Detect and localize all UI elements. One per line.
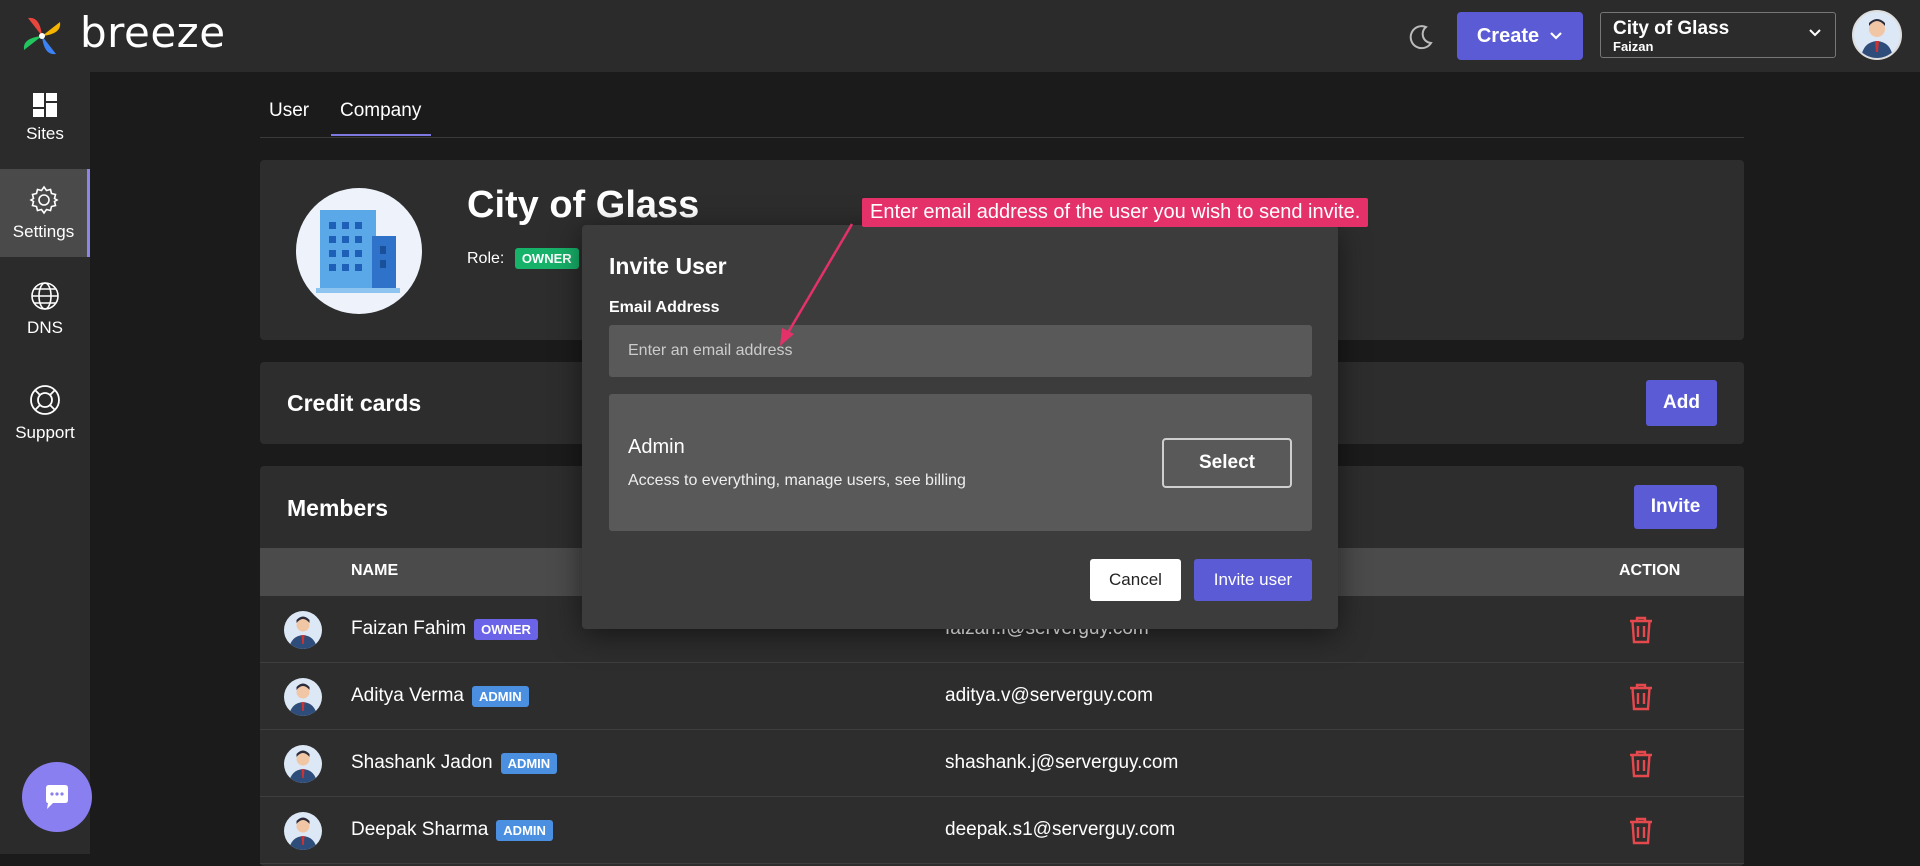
chat-bubble-icon xyxy=(46,785,68,809)
table-row: Shashank Jadon ADMIN shashank.j@servergu… xyxy=(260,730,1744,797)
gear-icon xyxy=(28,185,59,215)
sidebar-item-settings[interactable]: Settings xyxy=(0,169,90,257)
trash-icon[interactable] xyxy=(1628,817,1654,845)
email-input[interactable] xyxy=(609,325,1312,377)
sidebar: Sites Settings DNS Support xyxy=(0,72,92,854)
grid-icon xyxy=(33,93,57,117)
avatar-icon xyxy=(289,616,317,649)
modal-title: Invite User xyxy=(609,253,727,279)
tab-company[interactable]: Company xyxy=(340,100,421,122)
breeze-logo-icon[interactable] xyxy=(18,12,66,60)
sidebar-item-support[interactable]: Support xyxy=(0,369,90,457)
company-logo xyxy=(296,188,422,314)
org-name: City of Glass xyxy=(1613,18,1730,39)
building-icon xyxy=(316,210,400,293)
member-name: Faizan Fahim OWNER xyxy=(351,618,538,640)
member-name-text: Faizan Fahim xyxy=(351,618,467,639)
member-name-text: Deepak Sharma xyxy=(351,819,489,840)
invite-user-modal: Invite User Email Address Admin Access t… xyxy=(582,225,1338,629)
avatar-icon xyxy=(1861,19,1893,58)
sidebar-item-dns[interactable]: DNS xyxy=(0,265,90,353)
member-role-badge: ADMIN xyxy=(472,685,529,707)
member-name: Deepak Sharma ADMIN xyxy=(351,819,553,841)
tab-user[interactable]: User xyxy=(269,100,309,122)
column-action: ACTION xyxy=(1619,562,1681,579)
table-row: Aditya Verma ADMIN aditya.v@serverguy.co… xyxy=(260,663,1744,730)
moon-icon[interactable] xyxy=(1406,22,1436,52)
member-role-badge: OWNER xyxy=(474,618,538,640)
member-name-text: Shashank Jadon xyxy=(351,752,493,773)
member-role-badge: ADMIN xyxy=(496,819,553,841)
role-title: Admin xyxy=(628,436,685,458)
globe-icon xyxy=(31,282,59,310)
lifebuoy-icon xyxy=(30,385,60,415)
sidebar-item-label: DNS xyxy=(27,318,63,337)
brand-name: breeze xyxy=(80,8,226,57)
add-card-button[interactable]: Add xyxy=(1646,380,1717,426)
credit-cards-title: Credit cards xyxy=(287,390,422,416)
chevron-down-icon xyxy=(1550,32,1562,40)
trash-icon[interactable] xyxy=(1628,750,1654,778)
org-user: Faizan xyxy=(1613,39,1654,54)
sidebar-item-label: Settings xyxy=(12,222,75,241)
avatar xyxy=(284,678,322,716)
sidebar-item-label: Support xyxy=(15,423,75,442)
trash-icon[interactable] xyxy=(1628,616,1654,644)
invite-button[interactable]: Invite xyxy=(1634,485,1717,529)
sidebar-item-sites[interactable]: Sites xyxy=(0,74,90,162)
chat-button[interactable] xyxy=(22,762,92,832)
avatar xyxy=(284,611,322,649)
role-row: Role: OWNER xyxy=(467,248,579,269)
active-tab-indicator xyxy=(331,134,431,136)
members-title: Members xyxy=(287,495,388,521)
email-label: Email Address xyxy=(609,299,720,316)
avatar xyxy=(284,812,322,850)
cancel-button[interactable]: Cancel xyxy=(1090,559,1181,601)
role-option-admin: Admin Access to everything, manage users… xyxy=(609,394,1312,531)
sidebar-item-label: Sites xyxy=(26,124,64,143)
trash-icon[interactable] xyxy=(1628,683,1654,711)
member-role-badge: ADMIN xyxy=(500,752,558,774)
member-email: aditya.v@serverguy.com xyxy=(945,685,1153,706)
avatar-icon xyxy=(289,683,317,716)
organization-select[interactable]: City of Glass Faizan xyxy=(1600,12,1836,58)
user-avatar[interactable] xyxy=(1852,10,1902,60)
create-button[interactable]: Create xyxy=(1457,12,1583,60)
select-role-button[interactable]: Select xyxy=(1162,438,1292,488)
tabs-divider xyxy=(260,137,1744,138)
member-name-text: Aditya Verma xyxy=(351,685,464,706)
invite-user-button[interactable]: Invite user xyxy=(1194,559,1312,601)
annotation-arrow-icon xyxy=(780,223,854,346)
annotation-callout: Enter email address of the user you wish… xyxy=(862,198,1369,227)
chevron-down-icon xyxy=(1809,29,1821,37)
column-name: NAME xyxy=(351,562,399,579)
avatar-icon xyxy=(289,817,317,850)
member-email: shashank.j@serverguy.com xyxy=(945,752,1179,773)
avatar xyxy=(284,745,322,783)
create-label: Create xyxy=(1476,24,1540,47)
role-badge: OWNER xyxy=(514,248,579,269)
avatar-icon xyxy=(289,750,317,783)
top-bar: breeze Create City of Glass Faizan xyxy=(0,0,1920,72)
role-description: Access to everything, manage users, see … xyxy=(628,472,966,489)
role-label: Role: xyxy=(467,250,505,267)
company-name: City of Glass xyxy=(467,184,700,226)
member-email: deepak.s1@serverguy.com xyxy=(945,819,1176,840)
member-name: Aditya Verma ADMIN xyxy=(351,685,529,707)
member-name: Shashank Jadon ADMIN xyxy=(351,752,558,774)
